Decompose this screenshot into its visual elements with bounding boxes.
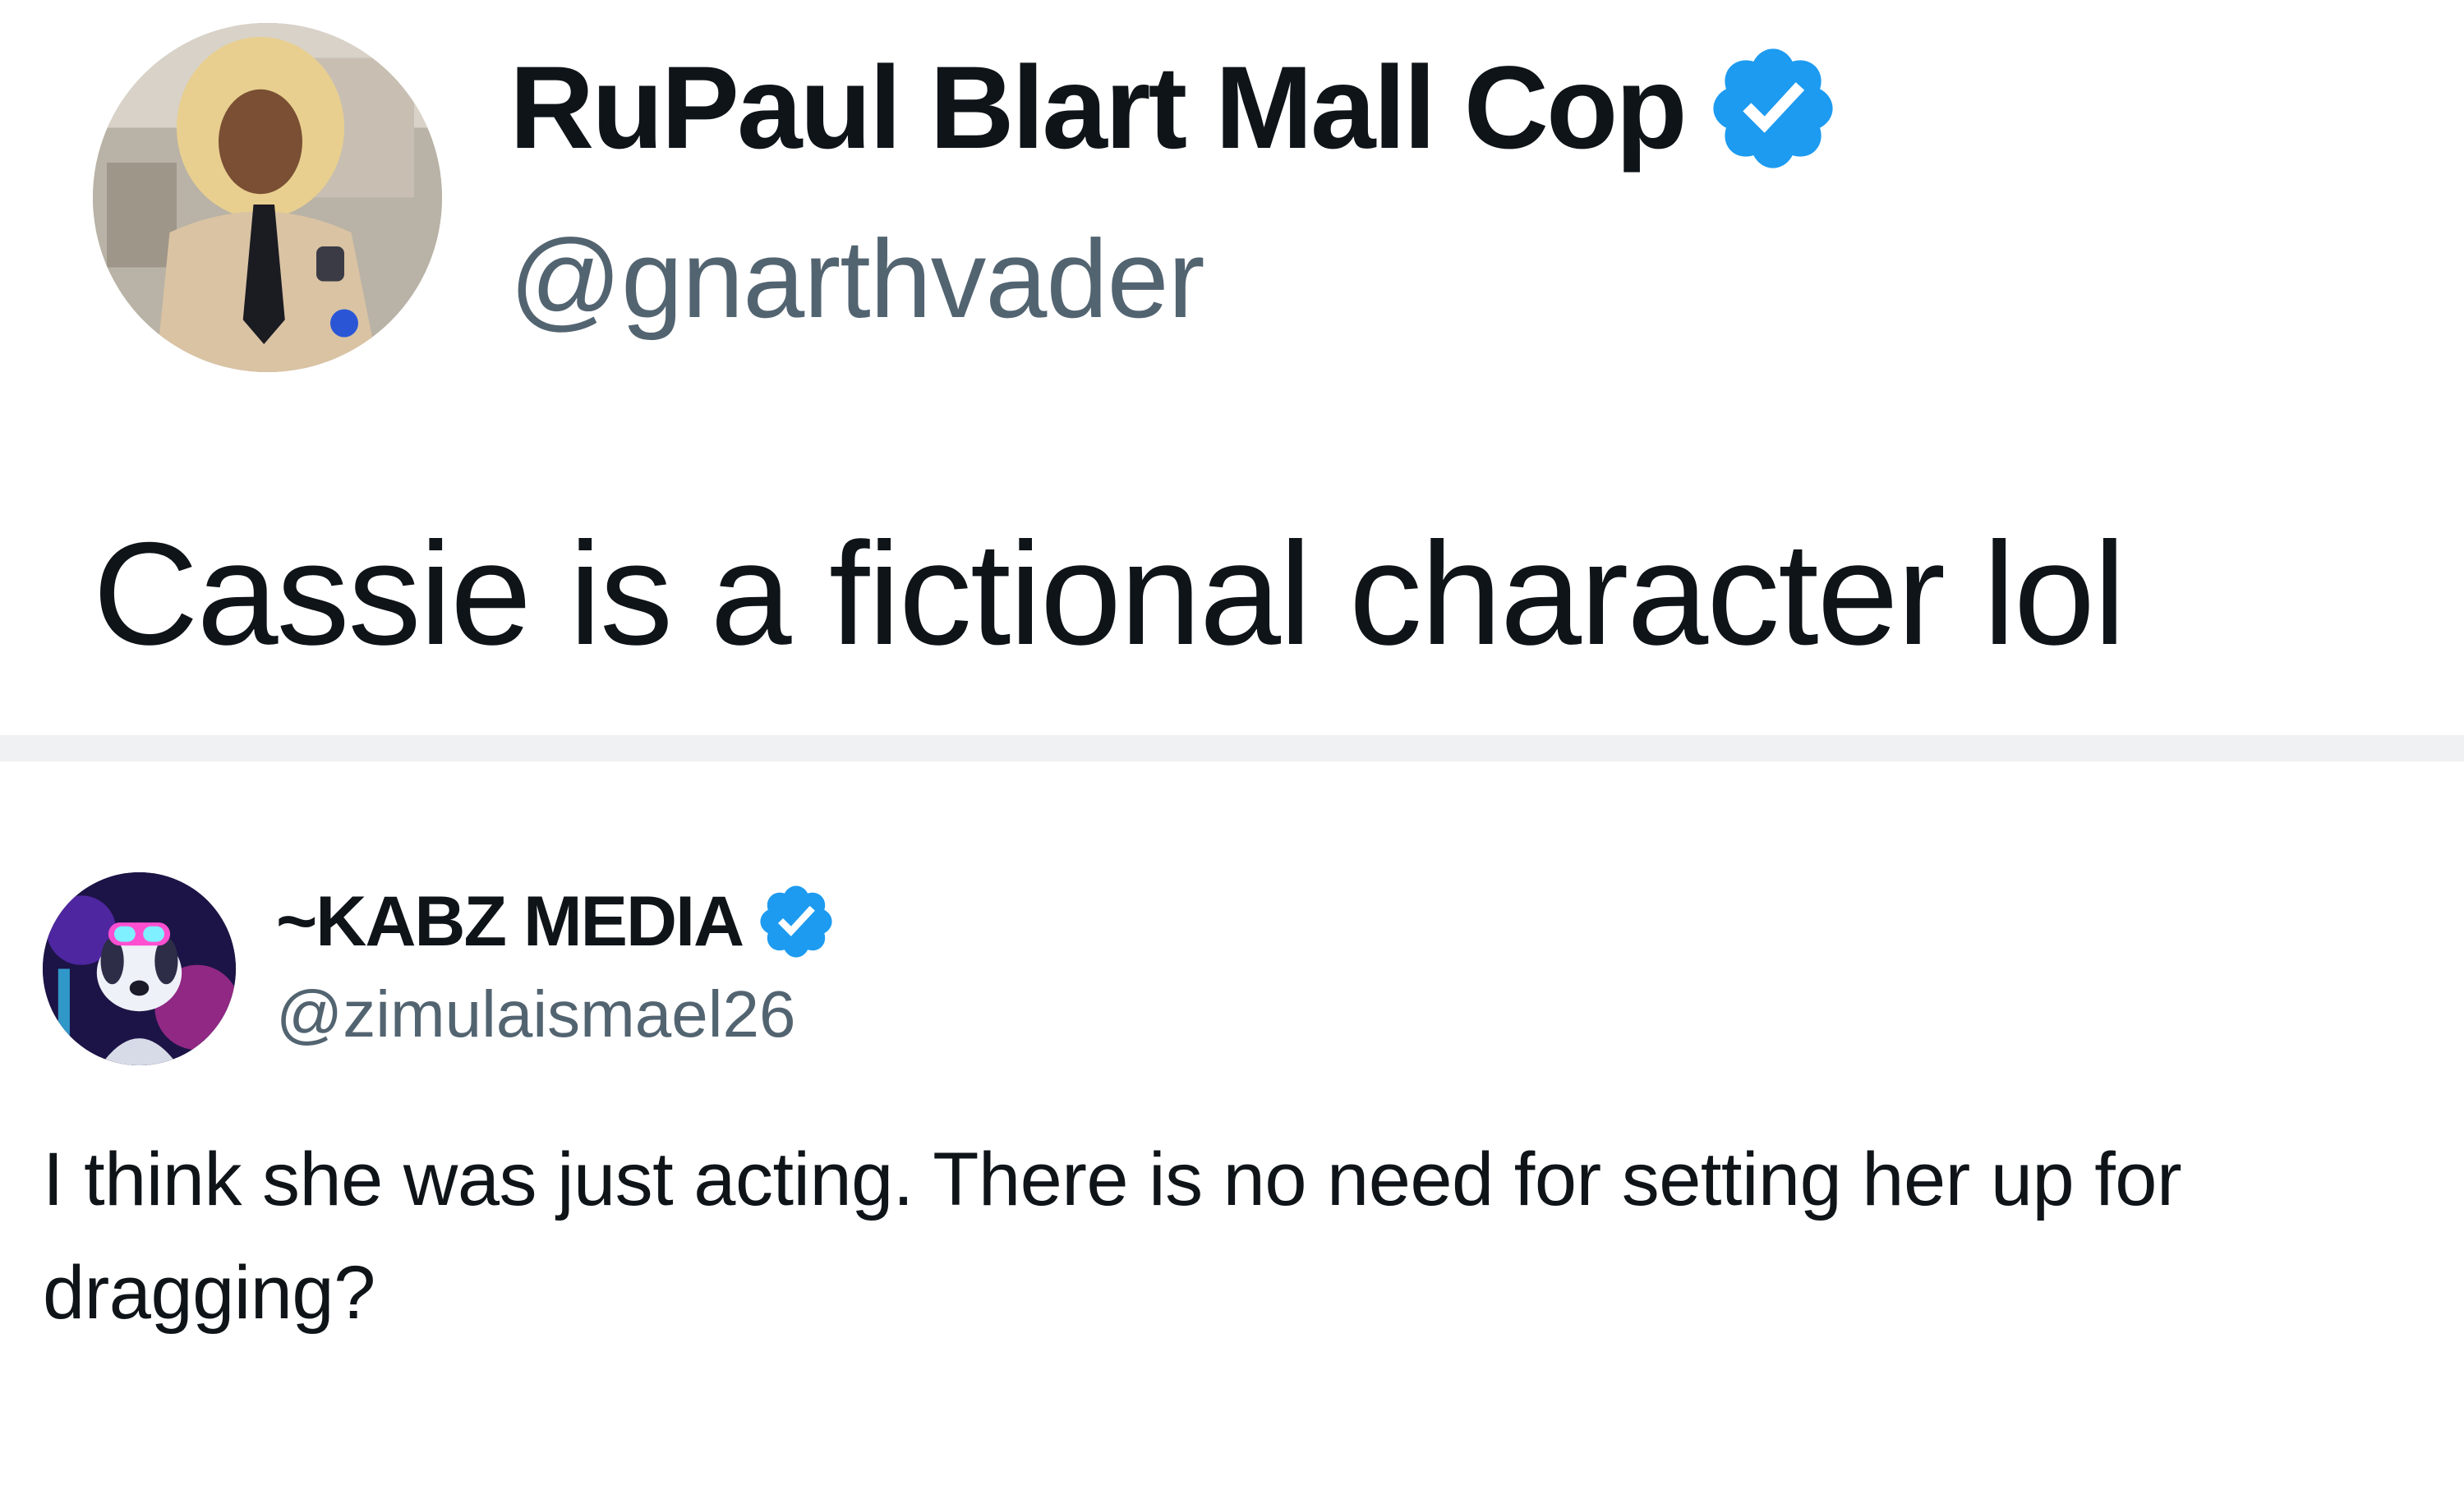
user-avatar[interactable] <box>43 872 236 1065</box>
verified-badge-icon[interactable] <box>1703 39 1843 178</box>
quoted-tweet[interactable]: RuPaul Blart Mall Cop @gnarthvader Cassi… <box>0 0 2464 735</box>
display-name-row: RuPaul Blart Mall Cop <box>509 43 1843 174</box>
avatar-image <box>93 23 442 372</box>
reply-tweet[interactable]: ~KABZ MEDIA @zimulaismael26 I think she … <box>0 761 2464 1499</box>
display-name[interactable]: ~KABZ MEDIA <box>276 881 744 963</box>
user-avatar[interactable] <box>93 23 442 372</box>
display-name[interactable]: RuPaul Blart Mall Cop <box>509 41 1688 176</box>
tweet-text: Cassie is a fictional character lol <box>93 512 2125 675</box>
user-handle[interactable]: @zimulaismael26 <box>276 977 796 1052</box>
display-name-row: ~KABZ MEDIA <box>276 876 838 967</box>
divider <box>0 735 2464 761</box>
tweet-text: I think she was just acting. There is no… <box>43 1138 2182 1335</box>
user-handle[interactable]: @gnarthvader <box>509 215 1205 343</box>
verified-badge-icon[interactable] <box>754 880 838 963</box>
avatar-image <box>43 872 236 1065</box>
